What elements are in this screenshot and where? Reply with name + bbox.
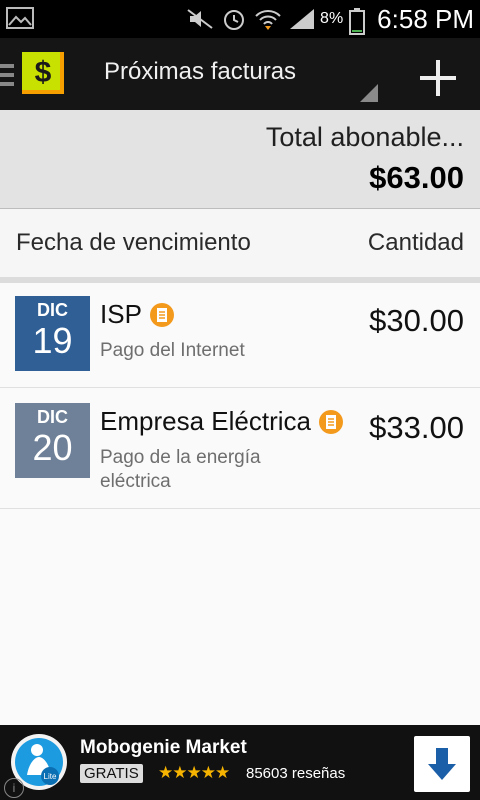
ad-banner[interactable]: Lite Mobogenie Market GRATIS ★★★★★ 85603… (0, 725, 480, 800)
bill-row[interactable]: DIC 20 Empresa Eléctrica Pago de la ener… (0, 388, 480, 509)
note-icon (318, 409, 343, 434)
ad-price-badge: GRATIS (80, 764, 143, 783)
svg-text:Lite: Lite (44, 772, 57, 781)
due-day: 20 (32, 427, 73, 468)
signal-icon (288, 7, 316, 31)
due-month: DIC (37, 407, 68, 427)
alarm-icon (220, 7, 248, 31)
due-day: 19 (32, 320, 73, 361)
bill-row[interactable]: DIC 19 ISP Pago del Internet $30.00 (0, 283, 480, 388)
clock: 6:58 PM (377, 3, 474, 34)
download-icon[interactable] (414, 736, 470, 792)
due-month: DIC (37, 300, 68, 320)
bill-description: Pago de la energía eléctrica (100, 447, 261, 492)
total-summary: Total abonable... $63.00 (0, 110, 480, 209)
bill-list: DIC 19 ISP Pago del Internet $30.00 DIC … (0, 283, 480, 725)
dollar-icon: $ (34, 56, 52, 89)
bill-description: Pago del Internet (100, 340, 245, 361)
status-bar: 8% 6:58 PM (0, 0, 480, 38)
bill-title: ISP (100, 299, 142, 329)
spinner-triangle-icon[interactable] (360, 84, 378, 102)
battery-percent: 8% (320, 10, 344, 27)
add-icon[interactable] (412, 52, 464, 104)
ad-rating-stars: ★★★★★ (158, 763, 230, 782)
wifi-icon (254, 7, 282, 31)
ad-info-icon[interactable]: i (4, 778, 24, 798)
action-bar: $ Próximas facturas (0, 38, 480, 110)
mute-icon (186, 7, 214, 31)
column-due-date: Fecha de vencimiento (16, 229, 251, 256)
note-icon (149, 302, 174, 327)
due-date-box: DIC 20 (15, 403, 90, 478)
drawer-menu-icon[interactable] (0, 62, 14, 88)
column-amount: Cantidad (367, 229, 464, 256)
bill-amount: $30.00 (369, 303, 464, 338)
due-date-box: DIC 19 (15, 296, 90, 371)
bill-amount: $33.00 (369, 410, 464, 445)
bill-title-line: Empresa Eléctrica (100, 406, 343, 437)
total-label: Total abonable... (265, 122, 464, 152)
gallery-notification-icon (6, 6, 34, 30)
total-amount: $63.00 (369, 160, 464, 195)
bill-title: Empresa Eléctrica (100, 406, 311, 436)
view-selector-title[interactable]: Próximas facturas (104, 58, 296, 86)
battery-icon (349, 7, 366, 35)
ad-app-name: Mobogenie Market (80, 737, 247, 758)
bill-title-line: ISP (100, 299, 174, 330)
app-logo[interactable]: $ (22, 52, 64, 94)
ad-review-count: 85603 reseñas (246, 765, 346, 782)
column-header: Fecha de vencimiento Cantidad (0, 209, 480, 277)
